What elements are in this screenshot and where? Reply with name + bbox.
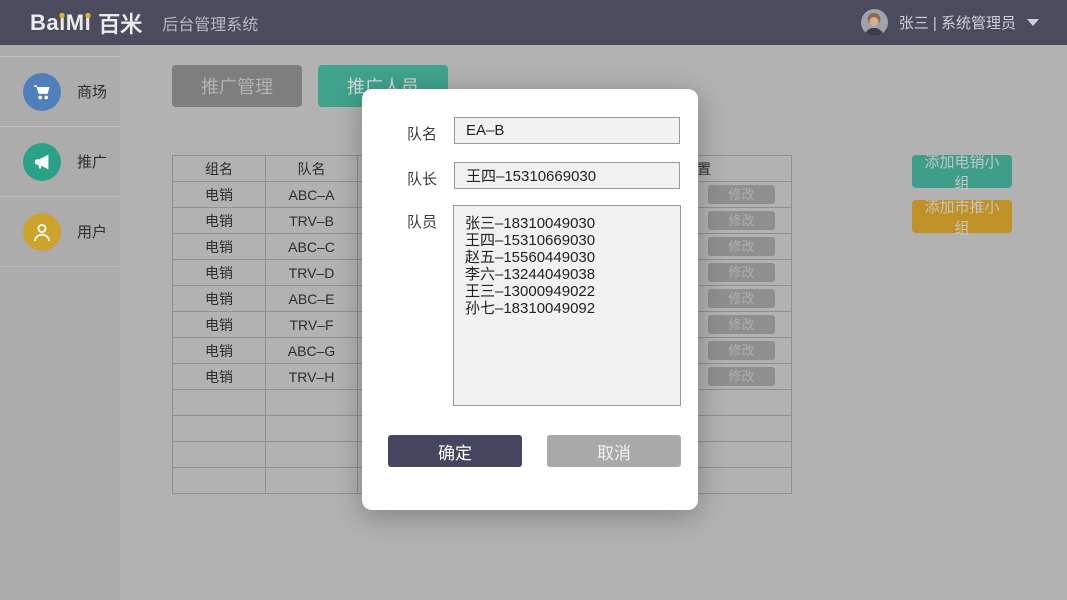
avatar-face: [869, 17, 879, 26]
team-members-textarea[interactable]: 张三–18310049030 王四–15310669030 赵五–1556044…: [453, 205, 681, 406]
edit-button[interactable]: 修改: [708, 185, 775, 204]
cell-group: 电销: [173, 208, 266, 233]
team-members-label: 队员: [407, 214, 438, 231]
cell-team: TRV–H: [266, 364, 358, 389]
cell-group: 电销: [173, 182, 266, 207]
app-title: 后台管理系统: [162, 16, 259, 34]
column-header-group: 组名: [173, 156, 266, 181]
megaphone-icon: [23, 142, 61, 181]
user-menu[interactable]: 张三 | 系统管理员: [860, 0, 1039, 45]
cell-group: [173, 468, 266, 493]
logo-text: Baı Mı: [30, 9, 92, 35]
edit-button[interactable]: 修改: [708, 263, 775, 282]
column-header-team: 队名: [266, 156, 358, 181]
tab-promotion-management[interactable]: 推广管理: [172, 65, 302, 107]
sidebar-item-mall[interactable]: 商场: [0, 57, 120, 127]
cell-group: 电销: [173, 364, 266, 389]
cell-team: [266, 468, 358, 493]
avatar-body: [864, 28, 884, 36]
cell-group: [173, 416, 266, 441]
edit-button[interactable]: 修改: [708, 341, 775, 360]
cell-team: TRV–B: [266, 208, 358, 233]
cell-group: [173, 442, 266, 467]
team-name-label: 队名: [407, 126, 438, 143]
user-name-role: 张三 | 系统管理员: [898, 15, 1016, 32]
cell-group: 电销: [173, 260, 266, 285]
team-leader-label: 队长: [407, 171, 438, 188]
sidebar-item-users[interactable]: 用户: [0, 197, 120, 267]
edit-button[interactable]: 修改: [708, 211, 775, 230]
confirm-button[interactable]: 确定: [388, 435, 522, 467]
sidebar-item-promotion[interactable]: 推广: [0, 127, 120, 197]
cell-group: 电销: [173, 234, 266, 259]
cell-team: TRV–D: [266, 260, 358, 285]
logo-cjk: 百米: [98, 11, 143, 37]
avatar: [860, 9, 888, 36]
app-window: Baı Mı 百米 后台管理系统 张三 | 系统管理员 商场 推广 用户 推广管…: [0, 0, 1067, 600]
edit-button[interactable]: 修改: [708, 367, 775, 386]
edit-button[interactable]: 修改: [708, 315, 775, 334]
chevron-down-icon: [1027, 19, 1039, 26]
cell-group: [173, 390, 266, 415]
edit-button[interactable]: 修改: [708, 289, 775, 308]
top-bar: Baı Mı 百米 后台管理系统 张三 | 系统管理员: [0, 0, 1067, 45]
cell-group: 电销: [173, 312, 266, 337]
team-leader-input[interactable]: [454, 162, 680, 189]
cell-team: TRV–F: [266, 312, 358, 337]
cell-team: ABC–E: [266, 286, 358, 311]
cart-icon: [23, 72, 61, 111]
cell-group: 电销: [173, 286, 266, 311]
team-name-input[interactable]: [454, 117, 680, 144]
cell-team: ABC–C: [266, 234, 358, 259]
sidebar-items: 商场 推广 用户: [0, 56, 120, 267]
user-icon-glyph: [33, 223, 51, 241]
sidebar: 商场 推广 用户: [0, 45, 120, 600]
edit-button[interactable]: 修改: [708, 237, 775, 256]
cell-group: 电销: [173, 338, 266, 363]
cell-team: [266, 442, 358, 467]
sidebar-item-label: 商场: [77, 84, 108, 101]
edit-team-dialog: 队名 队长 队员 张三–18310049030 王四–15310669030 赵…: [362, 89, 698, 510]
add-market-group-button[interactable]: 添加市推小组: [912, 199, 1012, 237]
user-icon: [23, 212, 61, 251]
cell-team: ABC–A: [266, 182, 358, 207]
sidebar-item-label: 推广: [77, 154, 108, 171]
add-telemarketing-group-button[interactable]: 添加电销小组: [912, 154, 1012, 192]
cell-team: ABC–G: [266, 338, 358, 363]
cell-team: [266, 390, 358, 415]
megaphone-icon-glyph: [34, 154, 49, 169]
cell-team: [266, 416, 358, 441]
cart-icon-glyph: [34, 84, 50, 99]
cancel-button[interactable]: 取消: [547, 435, 681, 467]
sidebar-item-label: 用户: [77, 224, 108, 241]
